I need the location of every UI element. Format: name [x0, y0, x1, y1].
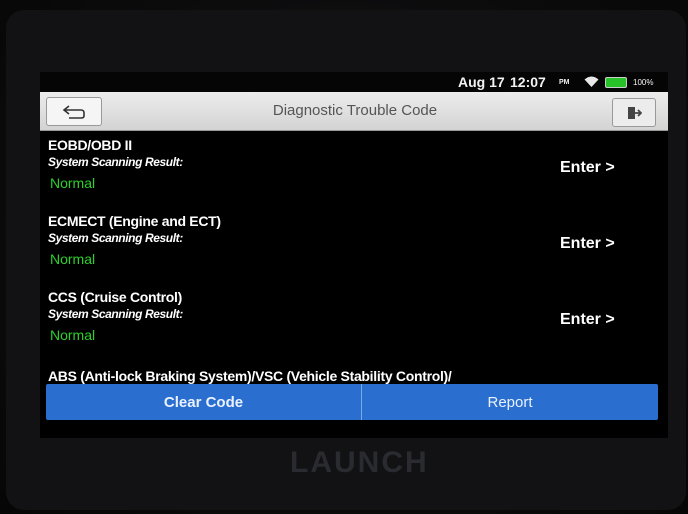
clear-code-button[interactable]: Clear Code — [46, 384, 362, 420]
system-row-abs-vsc[interactable]: ABS (Anti-lock Braking System)/VSC (Vehi… — [40, 364, 668, 384]
enter-button[interactable]: Enter > — [560, 311, 615, 329]
system-row-ccs[interactable]: CCS (Cruise Control) System Scanning Res… — [40, 282, 668, 358]
status-time: 12:07 — [510, 74, 546, 90]
system-status: Normal — [50, 327, 96, 343]
report-button[interactable]: Report — [362, 384, 658, 420]
exit-icon — [628, 106, 642, 119]
enter-button[interactable]: Enter > — [560, 159, 615, 177]
system-name: ECMECT (Engine and ECT) — [48, 213, 221, 229]
battery-icon — [605, 77, 627, 88]
status-bar: Aug 17 12:07 PM 100% — [40, 72, 668, 92]
system-subtitle: System Scanning Result: — [48, 155, 183, 169]
system-row-eobd[interactable]: EOBD/OBD II System Scanning Result: Norm… — [40, 130, 668, 206]
system-name: CCS (Cruise Control) — [48, 289, 183, 305]
system-status: Normal — [50, 175, 96, 191]
system-name: ABS (Anti-lock Braking System)/VSC (Vehi… — [48, 368, 452, 384]
wifi-icon — [584, 76, 599, 87]
status-ampm: PM — [559, 79, 570, 86]
back-button[interactable] — [46, 97, 102, 126]
enter-button[interactable]: Enter > — [560, 235, 615, 253]
page-title: Diagnostic Trouble Code — [272, 102, 438, 119]
exit-button[interactable] — [612, 98, 656, 127]
status-date: Aug 17 — [458, 74, 505, 90]
system-row-ecmect[interactable]: ECMECT (Engine and ECT) System Scanning … — [40, 206, 668, 282]
launch-logo: LAUNCH — [290, 446, 429, 479]
system-subtitle: System Scanning Result: — [48, 307, 183, 321]
bottom-action-bar: Clear Code Report — [46, 384, 658, 420]
battery-percentage: 100% — [633, 78, 654, 87]
system-status: Normal — [50, 251, 96, 267]
device-screen: Aug 17 12:07 PM 100% Diagnostic Trouble … — [40, 72, 668, 438]
title-bar: Diagnostic Trouble Code — [40, 92, 668, 131]
system-list: EOBD/OBD II System Scanning Result: Norm… — [40, 130, 668, 384]
back-arrow-icon — [62, 104, 85, 119]
system-name: EOBD/OBD II — [48, 137, 132, 153]
system-subtitle: System Scanning Result: — [48, 231, 183, 245]
